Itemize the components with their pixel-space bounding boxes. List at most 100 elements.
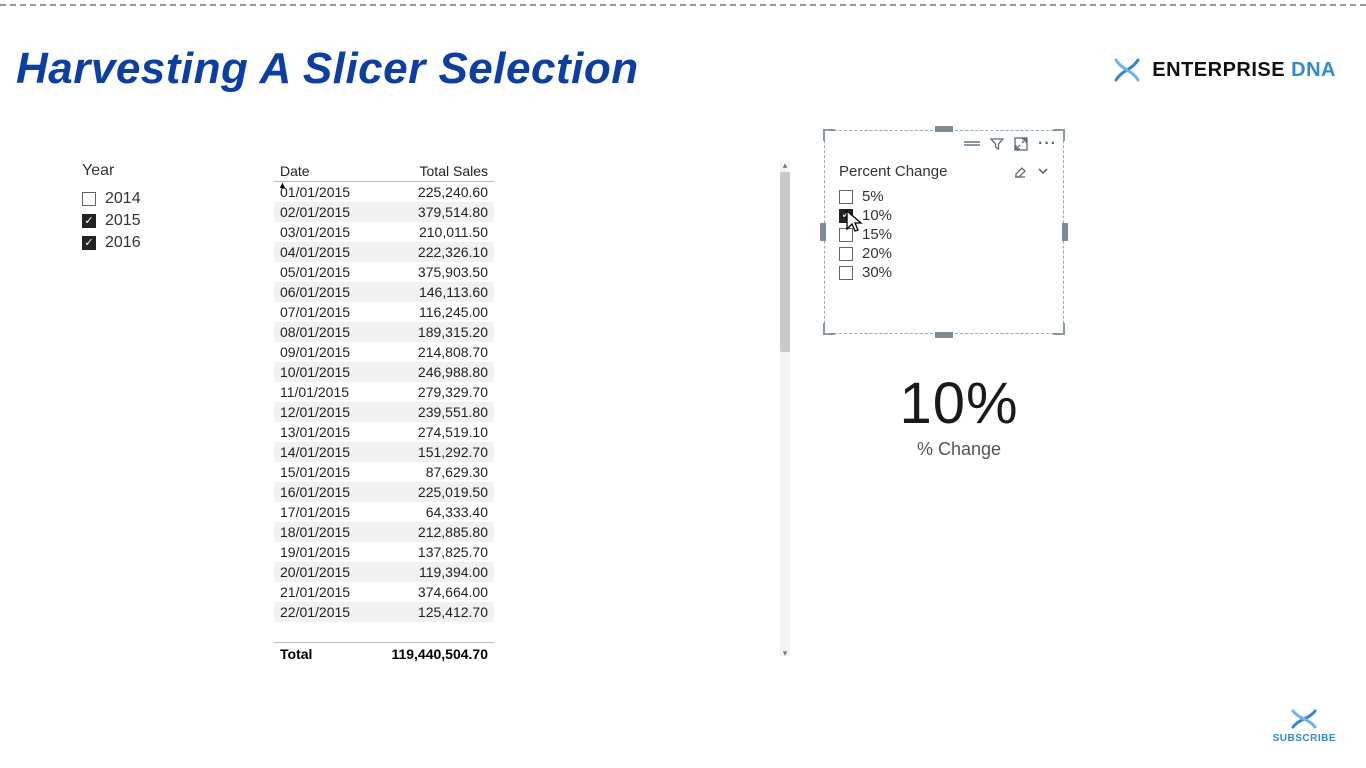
table-scrollbar[interactable]: ▴ ▾ [780,162,790,656]
col-header-date-label: Date [280,163,310,179]
cell-sales: 225,019.50 [373,482,494,502]
scroll-down-icon[interactable]: ▾ [780,648,790,658]
table-row[interactable]: 10/01/2015246,988.80 [274,362,494,382]
scroll-up-icon[interactable]: ▴ [780,160,790,170]
year-option[interactable]: 2014 [82,188,232,210]
decorative-rule [0,4,1366,6]
cell-sales: 116,245.00 [373,302,494,322]
table-row[interactable]: 14/01/2015151,292.70 [274,442,494,462]
checkbox-icon[interactable]: ✓ [82,214,96,228]
percent-option-label: 15% [862,226,892,243]
cell-date: 06/01/2015 [274,282,373,302]
dna-icon [1287,707,1321,731]
percent-option[interactable]: ✓ 10% [839,206,1039,225]
resize-handle-tl[interactable] [823,129,835,141]
cell-date: 03/01/2015 [274,222,373,242]
sales-table-body: 01/01/2015225,240.6002/01/2015379,514.80… [274,182,494,622]
cell-sales: 119,394.00 [373,562,494,582]
percent-option-label: 20% [862,245,892,262]
card-value: 10% [824,370,1094,437]
percent-option[interactable]: 30% [839,263,1039,282]
brand-text-2: DNA [1291,59,1336,81]
clear-selection-icon[interactable] [1013,165,1027,179]
brand-text-1: ENTERPRISE [1152,59,1285,81]
checkbox-icon[interactable] [82,192,96,206]
subscribe-label: SUBSCRIBE [1273,733,1336,744]
cell-sales: 274,519.10 [373,422,494,442]
table-row[interactable]: 03/01/2015210,011.50 [274,222,494,242]
table-row[interactable]: 01/01/2015225,240.60 [274,182,494,202]
checkbox-icon[interactable] [839,190,853,204]
checkbox-icon[interactable] [839,266,853,280]
total-value: 119,440,504.70 [360,646,488,662]
percent-option[interactable]: 15% [839,225,1039,244]
percent-slicer-title: Percent Change [839,163,947,180]
percent-change-card[interactable]: 10% % Change [824,370,1094,520]
table-row[interactable]: 06/01/2015146,113.60 [274,282,494,302]
more-options-icon[interactable]: ··· [1038,135,1057,153]
table-row[interactable]: 09/01/2015214,808.70 [274,342,494,362]
year-option[interactable]: ✓ 2016 [82,232,232,254]
table-row[interactable]: 22/01/2015125,412.70 [274,602,494,622]
subscribe-badge[interactable]: SUBSCRIBE [1273,707,1336,744]
scroll-thumb[interactable] [780,172,790,352]
percent-option[interactable]: 5% [839,187,1039,206]
table-row[interactable]: 20/01/2015119,394.00 [274,562,494,582]
resize-handle-right[interactable] [1062,223,1068,241]
cell-sales: 146,113.60 [373,282,494,302]
checkbox-icon[interactable] [839,228,853,242]
percent-option-label: 30% [862,264,892,281]
sales-table-visual[interactable]: Date ▲ Total Sales 01/01/2015225,240.600… [274,160,794,690]
col-header-total-sales[interactable]: Total Sales [373,160,494,182]
percent-change-slicer[interactable]: ··· Percent Change 5% ✓ 10% 15% 20% 30% [824,130,1064,334]
cell-date: 18/01/2015 [274,522,373,542]
percent-option[interactable]: 20% [839,244,1039,263]
checkbox-icon[interactable] [839,247,853,261]
card-label: % Change [824,439,1094,460]
resize-handle-left[interactable] [820,223,826,241]
table-row[interactable]: 11/01/2015279,329.70 [274,382,494,402]
brand-logo: ENTERPRISE DNA [1112,56,1336,84]
table-row[interactable]: 12/01/2015239,551.80 [274,402,494,422]
table-row[interactable]: 07/01/2015116,245.00 [274,302,494,322]
cell-sales: 375,903.50 [373,262,494,282]
year-slicer[interactable]: Year 2014✓2015✓2016 [82,162,232,254]
table-row[interactable]: 13/01/2015274,519.10 [274,422,494,442]
table-row[interactable]: 16/01/2015225,019.50 [274,482,494,502]
table-row[interactable]: 05/01/2015375,903.50 [274,262,494,282]
table-row[interactable]: 21/01/2015374,664.00 [274,582,494,602]
year-slicer-title: Year [82,162,232,180]
cell-date: 12/01/2015 [274,402,373,422]
table-row[interactable]: 08/01/2015189,315.20 [274,322,494,342]
cell-sales: 222,326.10 [373,242,494,262]
table-row[interactable]: 02/01/2015379,514.80 [274,202,494,222]
resize-handle-br[interactable] [1053,323,1065,335]
col-header-date[interactable]: Date ▲ [274,160,373,182]
percent-option-label: 10% [862,207,892,224]
resize-handle-top[interactable] [935,126,953,132]
focus-mode-icon[interactable] [1014,137,1028,151]
filter-icon[interactable] [990,137,1004,151]
year-option[interactable]: ✓2015 [82,210,232,232]
table-row[interactable]: 17/01/201564,333.40 [274,502,494,522]
cell-date: 02/01/2015 [274,202,373,222]
table-row[interactable]: 04/01/2015222,326.10 [274,242,494,262]
cell-sales: 279,329.70 [373,382,494,402]
visual-toolbar: ··· [964,135,1057,153]
chevron-down-icon[interactable] [1037,165,1049,177]
cell-sales: 151,292.70 [373,442,494,462]
resize-handle-bl[interactable] [823,323,835,335]
cell-date: 17/01/2015 [274,502,373,522]
table-row[interactable]: 19/01/2015137,825.70 [274,542,494,562]
percent-option-label: 5% [862,188,884,205]
checkbox-icon[interactable]: ✓ [82,236,96,250]
checkbox-icon[interactable]: ✓ [839,209,853,223]
drag-grip-icon[interactable] [964,140,980,148]
dna-icon [1112,56,1142,84]
cell-date: 19/01/2015 [274,542,373,562]
resize-handle-bottom[interactable] [935,332,953,338]
cell-sales: 214,808.70 [373,342,494,362]
table-row[interactable]: 15/01/201587,629.30 [274,462,494,482]
table-row[interactable]: 18/01/2015212,885.80 [274,522,494,542]
year-option-label: 2016 [105,234,141,252]
